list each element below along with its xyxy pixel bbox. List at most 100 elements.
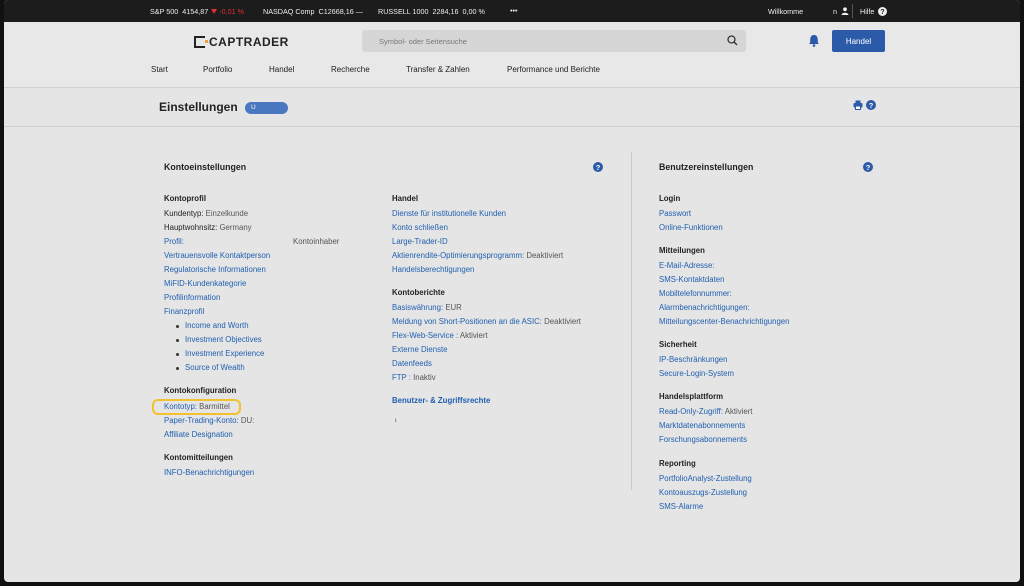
link-mobiltelefonnummer[interactable]: Mobiltelefonnummer: bbox=[659, 289, 732, 298]
link-read-only-zugriff[interactable]: Read-Only-Zugriff: bbox=[659, 407, 723, 416]
bullet bbox=[176, 339, 179, 342]
help-menu[interactable]: Hilfe ? bbox=[860, 7, 888, 16]
link-short-positionen[interactable]: Meldung von Short-Positionen an die ASIC… bbox=[392, 317, 542, 326]
nav-performance[interactable]: Performance und Berichte bbox=[507, 65, 600, 74]
tiny-mark: ı bbox=[395, 418, 397, 424]
nav-start[interactable]: Start bbox=[151, 65, 168, 74]
link-vertrauensperson[interactable]: Vertrauensvolle Kontaktperson bbox=[164, 251, 270, 260]
help-label: Hilfe bbox=[860, 7, 875, 16]
ticker-value: 2284,16 bbox=[432, 7, 459, 16]
link-investment-objectives[interactable]: Investment Objectives bbox=[185, 335, 262, 344]
link-email-adresse[interactable]: E-Mail-Adresse: bbox=[659, 261, 714, 270]
svg-text:?: ? bbox=[866, 163, 871, 172]
link-mitteilungscenter[interactable]: Mitteilungscenter-Benachrichtigungen bbox=[659, 317, 789, 326]
section-title-benutzer: Benutzereinstellungen bbox=[659, 162, 754, 172]
help-icon[interactable]: ? bbox=[866, 100, 876, 110]
paper-trading-row: Paper-Trading-Konto: DU: bbox=[164, 416, 254, 425]
svg-text:?: ? bbox=[869, 101, 874, 110]
nav-recherche[interactable]: Recherche bbox=[331, 65, 370, 74]
link-mifid[interactable]: MiFID-Kundenkategorie bbox=[164, 279, 246, 288]
link-profil[interactable]: Profil: bbox=[164, 237, 184, 246]
help-icon[interactable]: ? bbox=[863, 162, 873, 172]
hauptwohnsitz-row: Hauptwohnsitz: Germany bbox=[164, 223, 252, 232]
logo-mark-icon bbox=[194, 36, 208, 48]
link-source-of-wealth[interactable]: Source of Wealth bbox=[185, 363, 245, 372]
flex-web-row: Flex-Web-Service : Aktiviert bbox=[392, 331, 488, 340]
help-icon[interactable]: ? bbox=[593, 162, 603, 172]
app-frame: S&P 500 4154,87 -0,01 % NASDAQ Comp C1266… bbox=[4, 0, 1020, 582]
search-input[interactable] bbox=[362, 30, 746, 52]
section-title-konto: Kontoeinstellungen bbox=[164, 162, 247, 172]
heading-mitteilungen: Mitteilungen bbox=[659, 246, 705, 255]
link-income-worth[interactable]: Income and Worth bbox=[185, 321, 249, 330]
account-selector[interactable]: U bbox=[245, 102, 288, 114]
link-online-funktionen[interactable]: Online-Funktionen bbox=[659, 223, 723, 232]
heading-kontoprofil: Kontoprofil bbox=[164, 194, 207, 203]
ticker-more-button[interactable]: ••• bbox=[510, 6, 518, 15]
link-paper-trading[interactable]: Paper-Trading-Konto: bbox=[164, 416, 239, 425]
search-icon[interactable] bbox=[727, 35, 738, 46]
link-large-trader-id[interactable]: Large-Trader-ID bbox=[392, 237, 448, 246]
bullet bbox=[176, 353, 179, 356]
link-info-benachrichtigungen[interactable]: INFO-Benachrichtigungen bbox=[164, 468, 254, 477]
main-header: CAPTRADER Handel Start Portfolio Handel … bbox=[4, 22, 1020, 88]
bell-icon[interactable] bbox=[808, 34, 820, 47]
link-secure-login[interactable]: Secure-Login-System bbox=[659, 369, 734, 378]
nav-transfer[interactable]: Transfer & Zahlen bbox=[406, 65, 470, 74]
link-kontoauszugs-zustellung[interactable]: Kontoauszugs-Zustellung bbox=[659, 488, 747, 497]
link-externe-dienste[interactable]: Externe Dienste bbox=[392, 345, 447, 354]
link-finanzprofil[interactable]: Finanzprofil bbox=[164, 307, 204, 316]
link-forschungsabonnements[interactable]: Forschungsabonnements bbox=[659, 435, 747, 444]
ticker-sp500[interactable]: S&P 500 4154,87 -0,01 % bbox=[150, 7, 244, 16]
ticker-bar: S&P 500 4154,87 -0,01 % NASDAQ Comp C1266… bbox=[4, 0, 1020, 22]
ticker-change: -0,01 % bbox=[219, 7, 245, 16]
link-affiliate-designation[interactable]: Affiliate Designation bbox=[164, 430, 233, 439]
svg-text:?: ? bbox=[596, 163, 601, 172]
link-marktdatenabonnements[interactable]: Marktdatenabonnements bbox=[659, 421, 745, 430]
nav-handel[interactable]: Handel bbox=[269, 65, 294, 74]
link-ftp[interactable]: FTP : bbox=[392, 373, 411, 382]
link-aktienrendite[interactable]: Aktienrendite-Optimierungsprogramm: bbox=[392, 251, 524, 260]
print-icon[interactable] bbox=[853, 100, 863, 110]
link-passwort[interactable]: Passwort bbox=[659, 209, 691, 218]
link-institutionelle-dienste[interactable]: Dienste für institutionelle Kunden bbox=[392, 209, 506, 218]
read-only-row: Read-Only-Zugriff: Aktiviert bbox=[659, 407, 752, 416]
captrader-logo[interactable]: CAPTRADER bbox=[194, 35, 289, 49]
ticker-nasdaq[interactable]: NASDAQ Comp C12668,16 — bbox=[263, 7, 363, 16]
link-regulatorische-info[interactable]: Regulatorische Informationen bbox=[164, 265, 266, 274]
link-kontotyp[interactable]: Kontotyp: bbox=[164, 402, 197, 411]
link-datenfeeds[interactable]: Datenfeeds bbox=[392, 359, 432, 368]
heading-kontokonfiguration: Kontokonfiguration bbox=[164, 386, 237, 395]
user-menu[interactable]: n bbox=[833, 7, 849, 16]
field-label: Kundentyp: bbox=[164, 209, 204, 218]
link-portfolioanalyst[interactable]: PortfolioAnalyst-Zustellung bbox=[659, 474, 752, 483]
link-alarmbenachrichtigungen[interactable]: Alarmbenachrichtigungen: bbox=[659, 303, 750, 312]
trade-button[interactable]: Handel bbox=[832, 30, 885, 52]
profil-value: Kontoinhaber bbox=[293, 237, 340, 246]
user-icon bbox=[841, 7, 849, 15]
page-title: Einstellungen bbox=[159, 100, 238, 114]
link-konto-schliessen[interactable]: Konto schließen bbox=[392, 223, 448, 232]
heading-kontomitteilungen: Kontomitteilungen bbox=[164, 453, 233, 462]
field-value: Germany bbox=[219, 223, 252, 232]
link-profilinformation[interactable]: Profilinformation bbox=[164, 293, 220, 302]
column-divider bbox=[631, 152, 632, 490]
link-handelsberechtigungen[interactable]: Handelsberechtigungen bbox=[392, 265, 474, 274]
field-value: Einzelkunde bbox=[205, 209, 249, 218]
link-sms-kontaktdaten[interactable]: SMS-Kontaktdaten bbox=[659, 275, 724, 284]
divider bbox=[852, 4, 853, 18]
link-investment-experience[interactable]: Investment Experience bbox=[185, 349, 264, 358]
down-arrow-icon bbox=[211, 9, 218, 14]
link-flex-web-service[interactable]: Flex-Web-Service : bbox=[392, 331, 458, 340]
field-value: Barmittel bbox=[199, 402, 230, 411]
link-benutzer-zugriffsrechte[interactable]: Benutzer- & Zugriffsrechte bbox=[392, 396, 490, 405]
field-value: EUR bbox=[445, 303, 462, 312]
link-ip-beschraenkungen[interactable]: IP-Beschränkungen bbox=[659, 355, 727, 364]
link-basiswaehrung[interactable]: Basiswährung: bbox=[392, 303, 443, 312]
link-sms-alarme[interactable]: SMS-Alarme bbox=[659, 502, 703, 511]
nav-portfolio[interactable]: Portfolio bbox=[203, 65, 232, 74]
svg-text:?: ? bbox=[881, 9, 885, 16]
ticker-russell[interactable]: RUSSELL 1000 2284,16 0,00 % bbox=[378, 7, 485, 16]
field-value: Aktiviert bbox=[724, 407, 753, 416]
page-actions: ? bbox=[853, 100, 876, 110]
